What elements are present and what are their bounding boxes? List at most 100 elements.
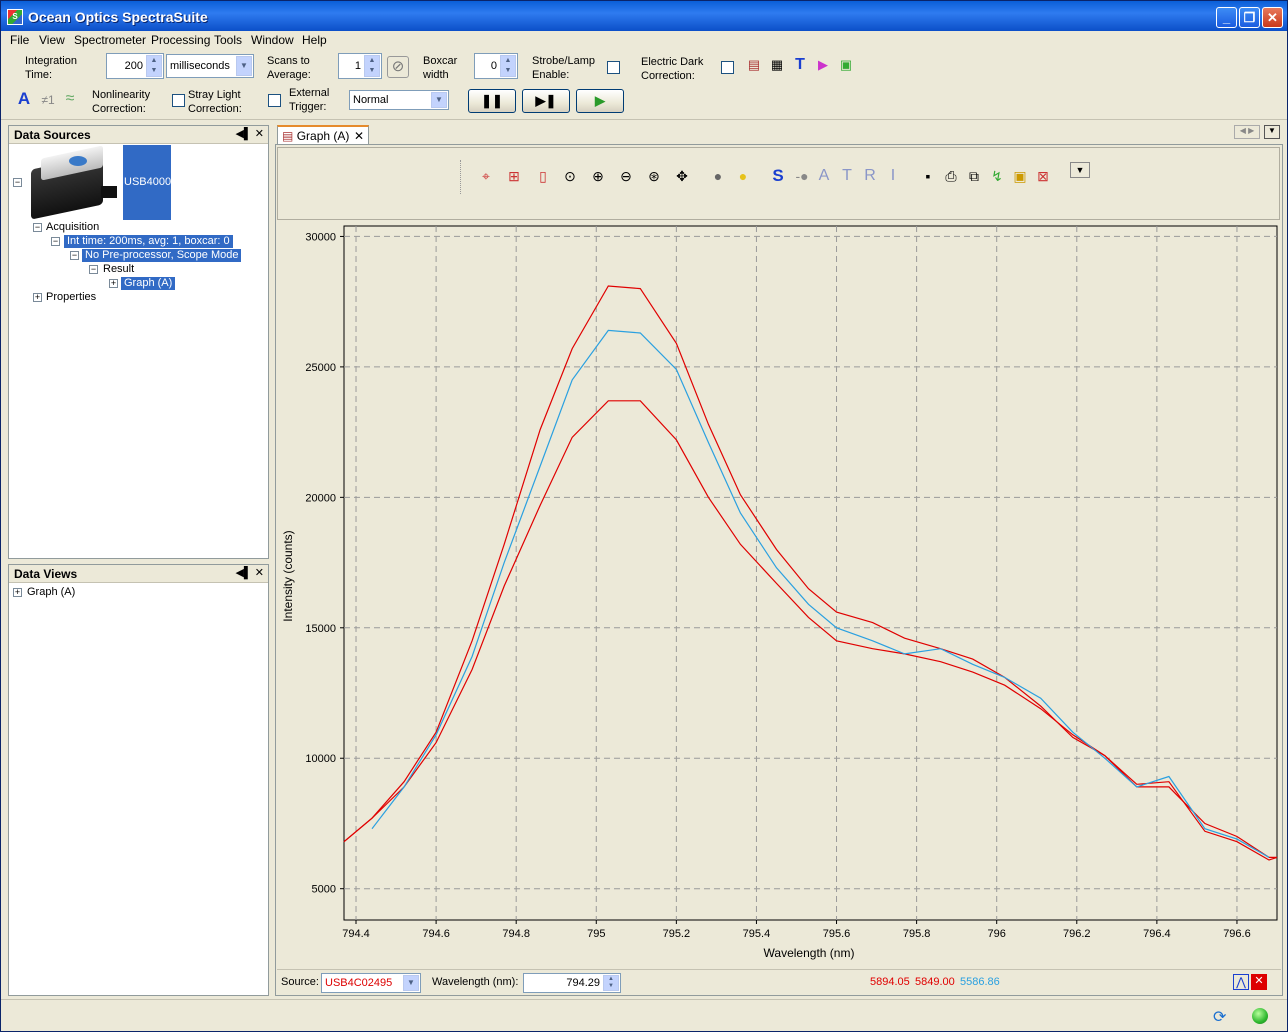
tree-item-acquisition-detail[interactable]: Int time: 200ms, avg: 1, boxcar: 0 [64,235,233,248]
absorbance-mode-button[interactable]: A [814,166,834,186]
source-select[interactable]: USB4C02495 ▼ [321,973,421,993]
y-tick-label: 5000 [312,884,336,896]
tree-item-result[interactable]: Result [103,263,134,276]
electric-dark-label: Electric Dark Correction: [641,56,704,82]
refresh-icon[interactable]: ⟳ [1213,1007,1226,1027]
collapse-icon[interactable]: − [89,265,98,274]
integration-time-spinner[interactable]: 200 ▲ ▼ [106,53,164,79]
absolute-mode-icon[interactable]: A [15,90,33,109]
chart-icon[interactable]: ▣ [837,57,855,75]
menu-spectrometer[interactable]: Spectrometer [74,33,146,47]
overlay-icon[interactable]: ↯ [987,166,1007,186]
close-button[interactable]: ✕ [1262,7,1283,28]
more-tools-icon[interactable]: ▼ [1070,162,1090,178]
collapse-icon[interactable]: − [70,251,79,260]
zoom-vertical-icon[interactable]: ▯ [533,166,553,186]
expand-icon[interactable]: + [109,279,118,288]
close-icon[interactable]: ✕ [354,129,364,143]
reflection-mode-button[interactable]: R [860,166,880,186]
zoom-box-icon[interactable]: ⊞ [504,166,524,186]
tree-item-graph[interactable]: Graph (A) [121,277,176,290]
collapse-icon[interactable]: − [13,178,22,187]
data-sources-title: Data Sources [14,128,91,142]
play-button[interactable]: ▶ [576,89,624,113]
tab-scroll-arrows-icon[interactable]: ◀ ▶ [1234,125,1260,139]
panel-controls-icon[interactable]: ◀▌ ✕ [235,127,264,140]
no-entry-icon[interactable]: ⊘ [387,56,409,78]
expand-icon[interactable]: + [13,588,22,597]
expand-icon[interactable]: + [33,293,42,302]
transmission-mode-button[interactable]: T [837,166,857,186]
menu-help[interactable]: Help [302,33,327,47]
tab-list-icon[interactable]: ▼ [1264,125,1280,139]
save-icon[interactable]: ▪ [918,166,938,186]
restore-button[interactable]: ❐ [1239,7,1260,28]
chevron-down-icon[interactable]: ▼ [236,56,252,76]
zoom-out-icon[interactable]: ⊖ [616,166,636,186]
pan-icon[interactable]: ✥ [672,166,692,186]
zoom-in-icon[interactable]: ⊕ [588,166,608,186]
copy-icon[interactable]: ⧉ [964,166,984,186]
bulb-off-icon[interactable]: ● [708,166,728,186]
dark-bulb-icon[interactable]: -● [792,166,812,186]
data-sources-header: Data Sources ◀▌ ✕ [9,126,268,144]
spinner-arrows-icon[interactable]: ▲ ▼ [146,55,162,77]
chevron-down-icon[interactable]: ▼ [431,92,447,108]
text-icon[interactable]: T [791,57,809,75]
spinner-arrows-icon[interactable]: ▲ ▼ [364,55,380,77]
zoom-fit-icon[interactable]: ⊙ [560,166,580,186]
tab-graph-a[interactable]: ▤ Graph (A) ✕ [277,125,369,145]
graph-icon[interactable]: ▤ [745,57,763,75]
nonlinearity-label: Nonlinearity Correction: [92,89,151,115]
spectrasuite-logo-icon: S [7,9,23,25]
irradiance-mode-button[interactable]: I [883,166,903,186]
integration-unit-select[interactable]: milliseconds ▼ [166,54,254,78]
x-axis: 794.4 794.6 794.8 795 795.2 795.4 795.6 795.8 79… [342,920,1251,940]
view-item-graph[interactable]: Graph (A) [27,586,75,599]
close-readout-icon[interactable]: ✕ [1251,974,1267,990]
print-icon[interactable]: ⎙ [941,166,961,186]
collapse-icon[interactable]: − [51,237,60,246]
table-icon[interactable]: ▦ [768,57,786,75]
tree-item-processor[interactable]: No Pre-processor, Scope Mode [82,249,242,262]
crosshair-icon[interactable]: ⌖ [476,166,496,186]
title-bar[interactable]: S Ocean Optics SpectraSuite _ ❐ ✕ [1,1,1287,31]
pause-button[interactable]: ❚❚ [468,89,516,113]
stray-light-checkbox[interactable] [268,94,281,107]
spinner-arrows-icon[interactable]: ▲ ▼ [500,55,516,77]
minimize-button[interactable]: _ [1216,7,1237,28]
menu-processing[interactable]: Processing [151,33,210,47]
tree-item-acquisition[interactable]: Acquisition [46,221,99,234]
device-item-usb4000[interactable]: USB4000 [123,145,171,220]
panel-controls-icon[interactable]: ◀▌ ✕ [235,566,264,579]
menu-file[interactable]: File [10,33,29,47]
boxcar-width-spinner[interactable]: 0 ▲ ▼ [474,53,518,79]
electric-dark-checkbox[interactable] [721,61,734,74]
menu-view[interactable]: View [39,33,65,47]
tree-item-properties[interactable]: Properties [46,291,96,304]
y-tick-label: 25000 [305,362,336,374]
delete-overlay-icon[interactable]: ⊠ [1033,166,1053,186]
scope-mode-button[interactable]: S [768,166,788,186]
scans-to-average-spinner[interactable]: 1 ▲ ▼ [338,53,382,79]
nonlinearity-checkbox[interactable] [172,94,185,107]
bulb-on-icon[interactable]: ● [733,166,753,186]
wavelength-spinner[interactable]: 794.29 ▲ ▼ [523,973,621,993]
peak-icon[interactable]: ⋀ [1233,974,1249,990]
collapse-icon[interactable]: − [33,223,42,232]
menu-window[interactable]: Window [251,33,294,47]
chevron-down-icon[interactable]: ▼ [403,975,419,991]
menu-tools[interactable]: Tools [214,33,242,47]
zoom-reset-icon[interactable]: ⊛ [644,166,664,186]
spectrum-chart[interactable]: 5000 10000 15000 20000 25000 30000 794.4 794.6… [275,221,1283,967]
strobe-lamp-checkbox[interactable] [607,61,620,74]
export-icon[interactable]: ▣ [1010,166,1030,186]
status-led-icon [1252,1008,1268,1024]
plot-area[interactable] [343,225,1278,921]
relative-mode-icon[interactable]: ≠1 [37,92,59,110]
spinner-arrows-icon[interactable]: ▲ ▼ [603,975,619,991]
trigger-mode-select[interactable]: Normal ▼ [349,90,449,110]
wave-icon[interactable]: ≈ [61,91,79,109]
single-acquire-button[interactable]: ▶❚ [522,89,570,113]
color-icon[interactable]: ▶ [814,57,832,75]
